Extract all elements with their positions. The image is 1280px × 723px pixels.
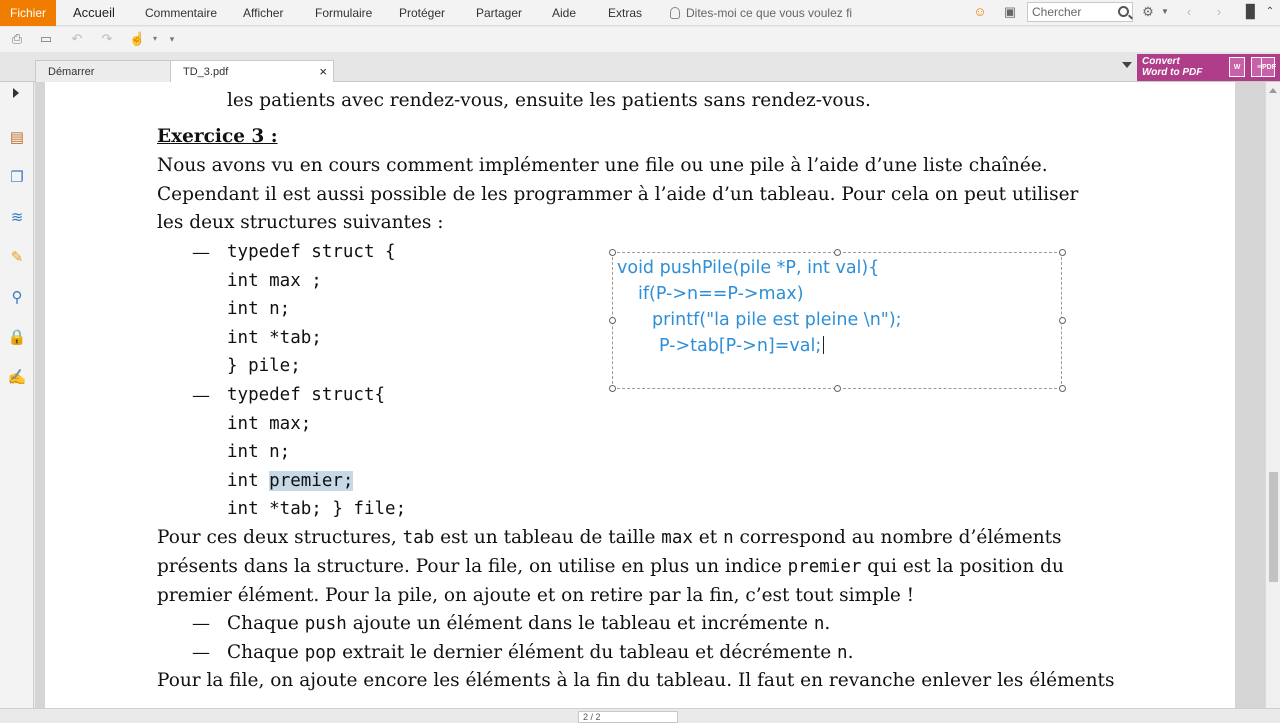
dash-bullet: — bbox=[192, 642, 210, 663]
document-viewer[interactable]: les patients avec rendez-vous, ensuite l… bbox=[35, 82, 1265, 708]
text-cursor bbox=[823, 336, 825, 354]
code-line: int n; bbox=[227, 442, 291, 462]
ribbon-collapse-icon[interactable]: ⌃ bbox=[1262, 4, 1278, 20]
layers-icon[interactable]: ≋ bbox=[7, 208, 27, 228]
code-line: int premier; bbox=[227, 471, 354, 491]
customize-toolbar-icon[interactable]: ▾ bbox=[164, 31, 180, 47]
paragraph1-line3: les deux structures suivantes : bbox=[157, 212, 444, 233]
menu-afficher[interactable]: Afficher bbox=[243, 0, 283, 26]
tab-demarrer-label: Démarrer bbox=[48, 66, 95, 78]
exercise-heading: Exercice 3 : bbox=[157, 126, 278, 147]
resize-handle[interactable] bbox=[609, 385, 616, 392]
tab-list-dropdown-icon[interactable] bbox=[1122, 62, 1132, 68]
menu-file[interactable]: Fichier bbox=[0, 0, 56, 26]
undo-icon[interactable]: ↶ bbox=[69, 31, 85, 47]
dash-bullet: — bbox=[192, 613, 210, 634]
scroll-up-icon[interactable] bbox=[1269, 88, 1277, 93]
menu-extras[interactable]: Extras bbox=[608, 0, 642, 26]
menu-aide[interactable]: Aide bbox=[552, 0, 576, 26]
code-line: int max ; bbox=[227, 271, 322, 291]
word-doc-icon: W bbox=[1229, 57, 1245, 77]
menu-commentaire[interactable]: Commentaire bbox=[145, 0, 217, 26]
annotation-line-4[interactable]: P->tab[P->n]=val; bbox=[659, 336, 825, 356]
folder-search-icon[interactable]: ▣ bbox=[1002, 4, 1018, 20]
paragraph2-line3: premier élément. Pour la pile, on ajoute… bbox=[157, 585, 915, 606]
dash-bullet: — bbox=[192, 385, 210, 406]
bullet-pop: Chaque pop extrait le dernier élément du… bbox=[227, 642, 854, 663]
back-arrow-icon[interactable]: ‹ bbox=[1181, 4, 1197, 20]
left-sidebar: ▤ ❐ ≋ ✎ ⚲ 🔒 ✍ bbox=[0, 82, 34, 720]
menu-proteger[interactable]: Protéger bbox=[399, 0, 445, 26]
ribbon-menu-bar: Fichier Accueil Commentaire Afficher For… bbox=[0, 0, 1280, 26]
redo-icon[interactable]: ↷ bbox=[99, 31, 115, 47]
tell-me-box[interactable]: Dites-moi ce que vous voulez fi bbox=[670, 0, 852, 26]
resize-handle[interactable] bbox=[1059, 249, 1066, 256]
bullet-push: Chaque push ajoute un élément dans le ta… bbox=[227, 613, 831, 634]
code-line: } pile; bbox=[227, 356, 301, 376]
scrollbar-thumb[interactable] bbox=[1269, 472, 1278, 582]
thumbnails-icon[interactable]: ❐ bbox=[7, 168, 27, 188]
annotation-line-1[interactable]: void pushPile(pile *P, int val){ bbox=[617, 258, 879, 278]
forward-arrow-icon[interactable]: › bbox=[1211, 4, 1227, 20]
paragraph2-line2: présents dans la structure. Pour la file… bbox=[157, 556, 1064, 577]
gear-icon[interactable]: ⚙ bbox=[1140, 4, 1156, 20]
tab-td3-pdf[interactable]: TD_3.pdf × bbox=[170, 60, 334, 82]
lock-icon[interactable]: 🔒 bbox=[7, 328, 27, 348]
code-line: typedef struct { bbox=[227, 242, 396, 262]
code-line: int *tab; bbox=[227, 328, 322, 348]
signature-icon[interactable]: ✍ bbox=[7, 368, 27, 388]
gear-dropdown-icon[interactable]: ▼ bbox=[1157, 4, 1173, 20]
menu-accueil[interactable]: Accueil bbox=[73, 0, 115, 26]
tab-td3-label: TD_3.pdf bbox=[183, 66, 229, 78]
tell-me-text: Dites-moi ce que vous voulez fi bbox=[686, 6, 853, 20]
paragraph1-line1: Nous avons vu en cours comment implément… bbox=[157, 155, 1048, 176]
smiley-icon[interactable]: ☺ bbox=[972, 4, 988, 20]
pdf-page: les patients avec rendez-vous, ensuite l… bbox=[45, 82, 1235, 708]
resize-handle[interactable] bbox=[834, 385, 841, 392]
menu-formulaire[interactable]: Formulaire bbox=[315, 0, 372, 26]
paragraph1-line2: Cependant il est aussi possible de les p… bbox=[157, 184, 1079, 205]
typewriter-annotation-box[interactable]: void pushPile(pile *P, int val){ if(P->n… bbox=[609, 249, 1066, 392]
pdf-icon: PDF bbox=[1261, 57, 1276, 77]
user-icon[interactable]: ▉ bbox=[1243, 4, 1259, 20]
search-placeholder: Chercher bbox=[1032, 5, 1082, 19]
annotation-line-3[interactable]: printf("la pile est pleine \n"); bbox=[652, 310, 902, 330]
print-icon[interactable]: ⎙ bbox=[9, 31, 25, 47]
hand-tool-icon[interactable]: ☝ bbox=[129, 31, 145, 47]
resize-handle[interactable] bbox=[609, 249, 616, 256]
text-line-0: les patients avec rendez-vous, ensuite l… bbox=[227, 90, 871, 111]
resize-handle[interactable] bbox=[1059, 317, 1066, 324]
vertical-scrollbar[interactable] bbox=[1265, 82, 1280, 708]
search-input[interactable]: Chercher bbox=[1027, 2, 1133, 22]
resize-handle[interactable] bbox=[609, 317, 616, 324]
document-tab-bar: Démarrer TD_3.pdf × bbox=[0, 52, 1280, 82]
resize-handle[interactable] bbox=[1059, 385, 1066, 392]
attachment-icon[interactable]: ⚲ bbox=[7, 288, 27, 308]
paragraph2-line1: Pour ces deux structures, tab est un tab… bbox=[157, 527, 1062, 548]
status-bar: 2 / 2 bbox=[0, 708, 1280, 723]
dash-bullet: — bbox=[192, 242, 210, 263]
open-icon[interactable]: ▭ bbox=[38, 31, 54, 47]
code-line: int max; bbox=[227, 414, 312, 434]
pages-icon[interactable]: ▤ bbox=[7, 128, 27, 148]
code-int: int bbox=[227, 471, 270, 491]
hand-dropdown-icon[interactable]: ▾ bbox=[147, 31, 163, 47]
page-number-field[interactable]: 2 / 2 bbox=[578, 711, 678, 723]
code-line: int n; bbox=[227, 299, 291, 319]
annotation-line-2[interactable]: if(P->n==P->max) bbox=[638, 284, 804, 304]
tab-demarrer[interactable]: Démarrer bbox=[35, 60, 171, 82]
quick-access-toolbar: ⎙ ▭ ↶ ↷ ☝ ▾ ▾ bbox=[0, 27, 1280, 52]
close-tab-icon[interactable]: × bbox=[319, 61, 327, 83]
resize-handle[interactable] bbox=[834, 249, 841, 256]
code-line: typedef struct{ bbox=[227, 385, 386, 405]
comments-icon[interactable]: ✎ bbox=[7, 248, 27, 268]
convert-word-to-pdf-button[interactable]: Convert Word to PDF W ≡ PDF bbox=[1137, 54, 1280, 81]
menu-partager[interactable]: Partager bbox=[476, 0, 522, 26]
sidebar-expand-icon[interactable] bbox=[13, 88, 19, 98]
code-line: int *tab; } file; bbox=[227, 499, 407, 519]
search-icon[interactable] bbox=[1118, 6, 1129, 17]
lightbulb-icon bbox=[670, 7, 680, 19]
paragraph3-line1: Pour la file, on ajoute encore les éléme… bbox=[157, 670, 1115, 691]
selected-text-premier[interactable]: premier; bbox=[269, 471, 354, 491]
